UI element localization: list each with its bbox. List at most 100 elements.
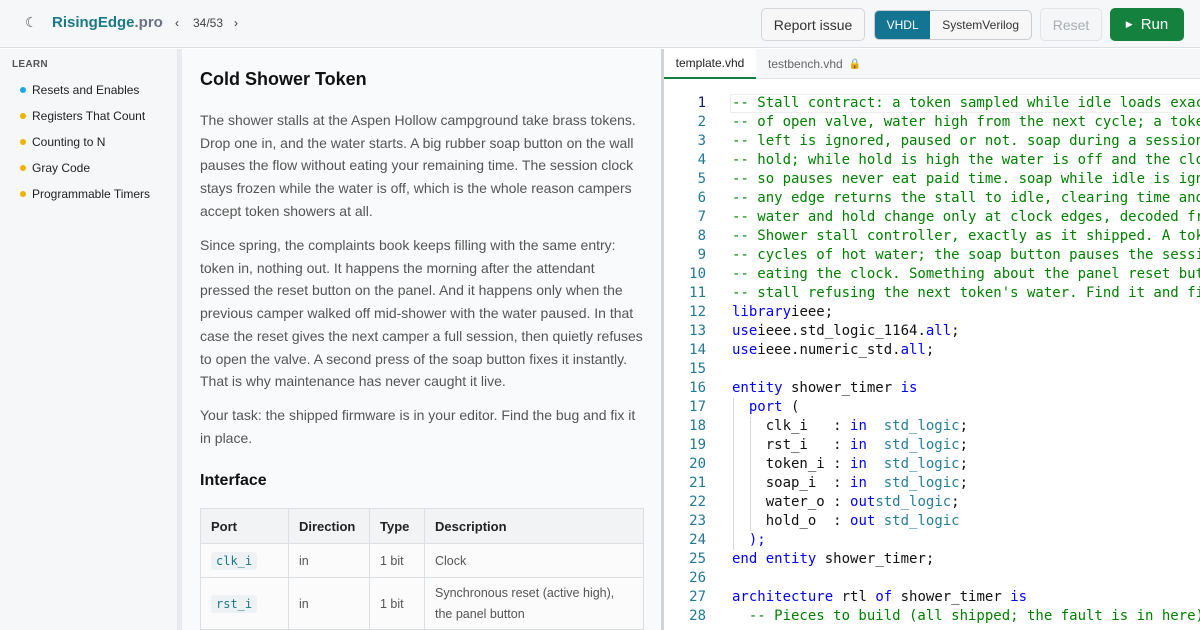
code-text: clk_i : in std_logic; bbox=[732, 417, 968, 436]
code-line[interactable]: 18 clk_i : in std_logic; bbox=[664, 417, 1200, 436]
code-line[interactable]: 7 -- water and hold change only at clock … bbox=[664, 208, 1200, 227]
code-text: -- Shower stall controller, exactly as i… bbox=[732, 227, 1200, 246]
line-number: 20 bbox=[689, 456, 706, 472]
code-line[interactable]: 25 end entity shower_timer; bbox=[664, 550, 1200, 569]
line-number: 14 bbox=[689, 342, 706, 358]
code-line[interactable]: 17 port ( bbox=[664, 398, 1200, 417]
logo[interactable]: RisingEdge.pro bbox=[52, 14, 163, 31]
type-cell: 1 bit bbox=[369, 543, 425, 578]
code-token: -- any edge returns the stall to idle, c… bbox=[732, 190, 1200, 206]
interface-table: Port Direction Type Description clk_i in… bbox=[200, 508, 644, 630]
code-text: port ( bbox=[732, 398, 800, 417]
code-line[interactable]: 1 -- Stall contract: a token sampled whil… bbox=[664, 94, 1200, 113]
tab-label: testbench.vhd bbox=[768, 57, 843, 71]
problem-panel: Cold Shower Token The shower stalls at t… bbox=[182, 49, 661, 630]
line-number: 18 bbox=[689, 418, 706, 434]
code-line[interactable]: 23 hold_o : out std_logic bbox=[664, 512, 1200, 531]
code-line[interactable]: 8 -- Shower stall controller, exactly as … bbox=[664, 227, 1200, 246]
code-line[interactable]: 28 -- Pieces to build (all shipped; the … bbox=[664, 607, 1200, 626]
code-line[interactable]: 11 -- stall refusing the next token's wat… bbox=[664, 284, 1200, 303]
line-number: 1 bbox=[697, 95, 706, 111]
code-line[interactable]: 16 entity shower_timer is bbox=[664, 379, 1200, 398]
logo-tld: .pro bbox=[134, 14, 163, 31]
line-number: 21 bbox=[689, 475, 706, 491]
tab-template-vhd[interactable]: template.vhd bbox=[664, 49, 756, 79]
tab-testbench-vhd[interactable]: testbench.vhd 🔒 bbox=[768, 49, 861, 79]
code-editor[interactable]: template.vhd testbench.vhd 🔒 1 -- Stall co… bbox=[664, 49, 1200, 630]
code-token: ( bbox=[782, 399, 800, 415]
code-line[interactable]: 22 water_o : outstd_logic; bbox=[664, 493, 1200, 512]
table-row: clk_i in 1 bit Clock bbox=[200, 543, 644, 578]
status-dot bbox=[20, 113, 26, 119]
code-token: -- of open valve, water high from the ne… bbox=[732, 114, 1200, 130]
code-token: std_logic bbox=[883, 456, 960, 472]
reset-button[interactable]: Reset bbox=[1040, 8, 1102, 41]
code-text: -- cycles of hot water; the soap button … bbox=[732, 246, 1200, 265]
code-text: -- of open valve, water high from the ne… bbox=[732, 113, 1200, 132]
table-header-row: Port Direction Type Description bbox=[200, 508, 644, 544]
code-line[interactable]: 13 useieee.std_logic_1164.all; bbox=[664, 322, 1200, 341]
code-line[interactable]: 6 -- any edge returns the stall to idle, … bbox=[664, 189, 1200, 208]
code-text: -- any edge returns the stall to idle, c… bbox=[732, 189, 1200, 208]
line-number: 13 bbox=[689, 323, 706, 339]
sidebar-item[interactable]: Programmable Timers bbox=[20, 184, 150, 204]
code-line[interactable]: 4 -- hold; while hold is high the water i… bbox=[664, 151, 1200, 170]
code-line[interactable]: 19 rst_i : in std_logic; bbox=[664, 436, 1200, 455]
code-token: ieee; bbox=[791, 304, 834, 320]
line-number: 4 bbox=[697, 152, 706, 168]
code-line[interactable]: 5 -- so pauses never eat paid time. soap … bbox=[664, 170, 1200, 189]
code-text: soap_i : in std_logic; bbox=[732, 474, 968, 493]
problem-paragraph: Since spring, the complaints book keeps … bbox=[200, 237, 643, 390]
code-line[interactable]: 24 ); bbox=[664, 531, 1200, 550]
lock-icon: 🔒 bbox=[848, 58, 862, 70]
port-cell: rst_i bbox=[200, 577, 289, 630]
sidebar-item[interactable]: Registers That Count bbox=[20, 106, 145, 126]
code-token: port bbox=[748, 399, 783, 415]
code-line[interactable]: 14 useieee.numeric_std.all; bbox=[664, 341, 1200, 360]
code-token: ; bbox=[959, 437, 969, 453]
chevron-left-icon[interactable]: ‹ bbox=[175, 16, 179, 30]
code-token: -- Stall contract: a token sampled while… bbox=[732, 95, 1200, 111]
lang-vhdl-button[interactable]: VHDL bbox=[875, 11, 931, 39]
code-line[interactable]: 12 libraryieee; bbox=[664, 303, 1200, 322]
code-token: use bbox=[732, 342, 758, 358]
port-cell: clk_i bbox=[200, 543, 289, 578]
code-line[interactable]: 9 -- cycles of hot water; the soap button… bbox=[664, 246, 1200, 265]
code-line[interactable]: 27 architecture rtl of shower_timer is bbox=[664, 588, 1200, 607]
code-line[interactable]: 15 bbox=[664, 360, 1200, 379]
problem-counter: 34/53 bbox=[193, 16, 224, 30]
code-line[interactable]: 3 -- left is ignored, paused or not. soap… bbox=[664, 132, 1200, 151]
code-line[interactable]: 21 soap_i : in std_logic; bbox=[664, 474, 1200, 493]
port-name: rst_i bbox=[211, 594, 258, 613]
sidebar-item[interactable]: Counting to N bbox=[20, 132, 105, 152]
line-number: 16 bbox=[689, 380, 706, 396]
sidebar-item[interactable]: Resets and Enables bbox=[20, 80, 139, 100]
code-token: of bbox=[875, 589, 893, 605]
moon-icon[interactable]: ☾ bbox=[25, 15, 38, 31]
sidebar: LEARN Resets and Enables Registers That C… bbox=[0, 49, 178, 630]
code-line[interactable]: 10 -- eating the clock. Something about t… bbox=[664, 265, 1200, 284]
code-line[interactable]: 2 -- of open valve, water high from the n… bbox=[664, 113, 1200, 132]
code-token: ieee.std_logic_1164. bbox=[757, 323, 926, 339]
report-issue-button[interactable]: Report issue bbox=[761, 8, 865, 41]
code-token: is bbox=[900, 380, 918, 396]
code-token: std_logic bbox=[875, 494, 952, 510]
chevron-right-icon[interactable]: › bbox=[234, 16, 238, 30]
code-line[interactable]: 26 bbox=[664, 569, 1200, 588]
code-text: useieee.numeric_std.all; bbox=[732, 341, 934, 360]
description-cell: Synchronous reset (active high), the pan… bbox=[424, 577, 644, 630]
lang-systemverilog-button[interactable]: SystemVerilog bbox=[930, 11, 1031, 39]
code-token: ; bbox=[959, 475, 969, 491]
sidebar-item[interactable]: Gray Code bbox=[20, 158, 90, 178]
code-token: in bbox=[850, 475, 867, 491]
code-token: shower_timer bbox=[782, 380, 901, 396]
line-number: 15 bbox=[689, 361, 706, 377]
editor-tabs: template.vhd testbench.vhd 🔒 bbox=[664, 49, 1200, 79]
run-button[interactable]: ▶ Run bbox=[1110, 8, 1184, 41]
line-number: 24 bbox=[689, 532, 706, 548]
code-line[interactable]: 20 token_i : in std_logic; bbox=[664, 455, 1200, 474]
code-token: -- water and hold change only at clock e… bbox=[732, 209, 1200, 225]
